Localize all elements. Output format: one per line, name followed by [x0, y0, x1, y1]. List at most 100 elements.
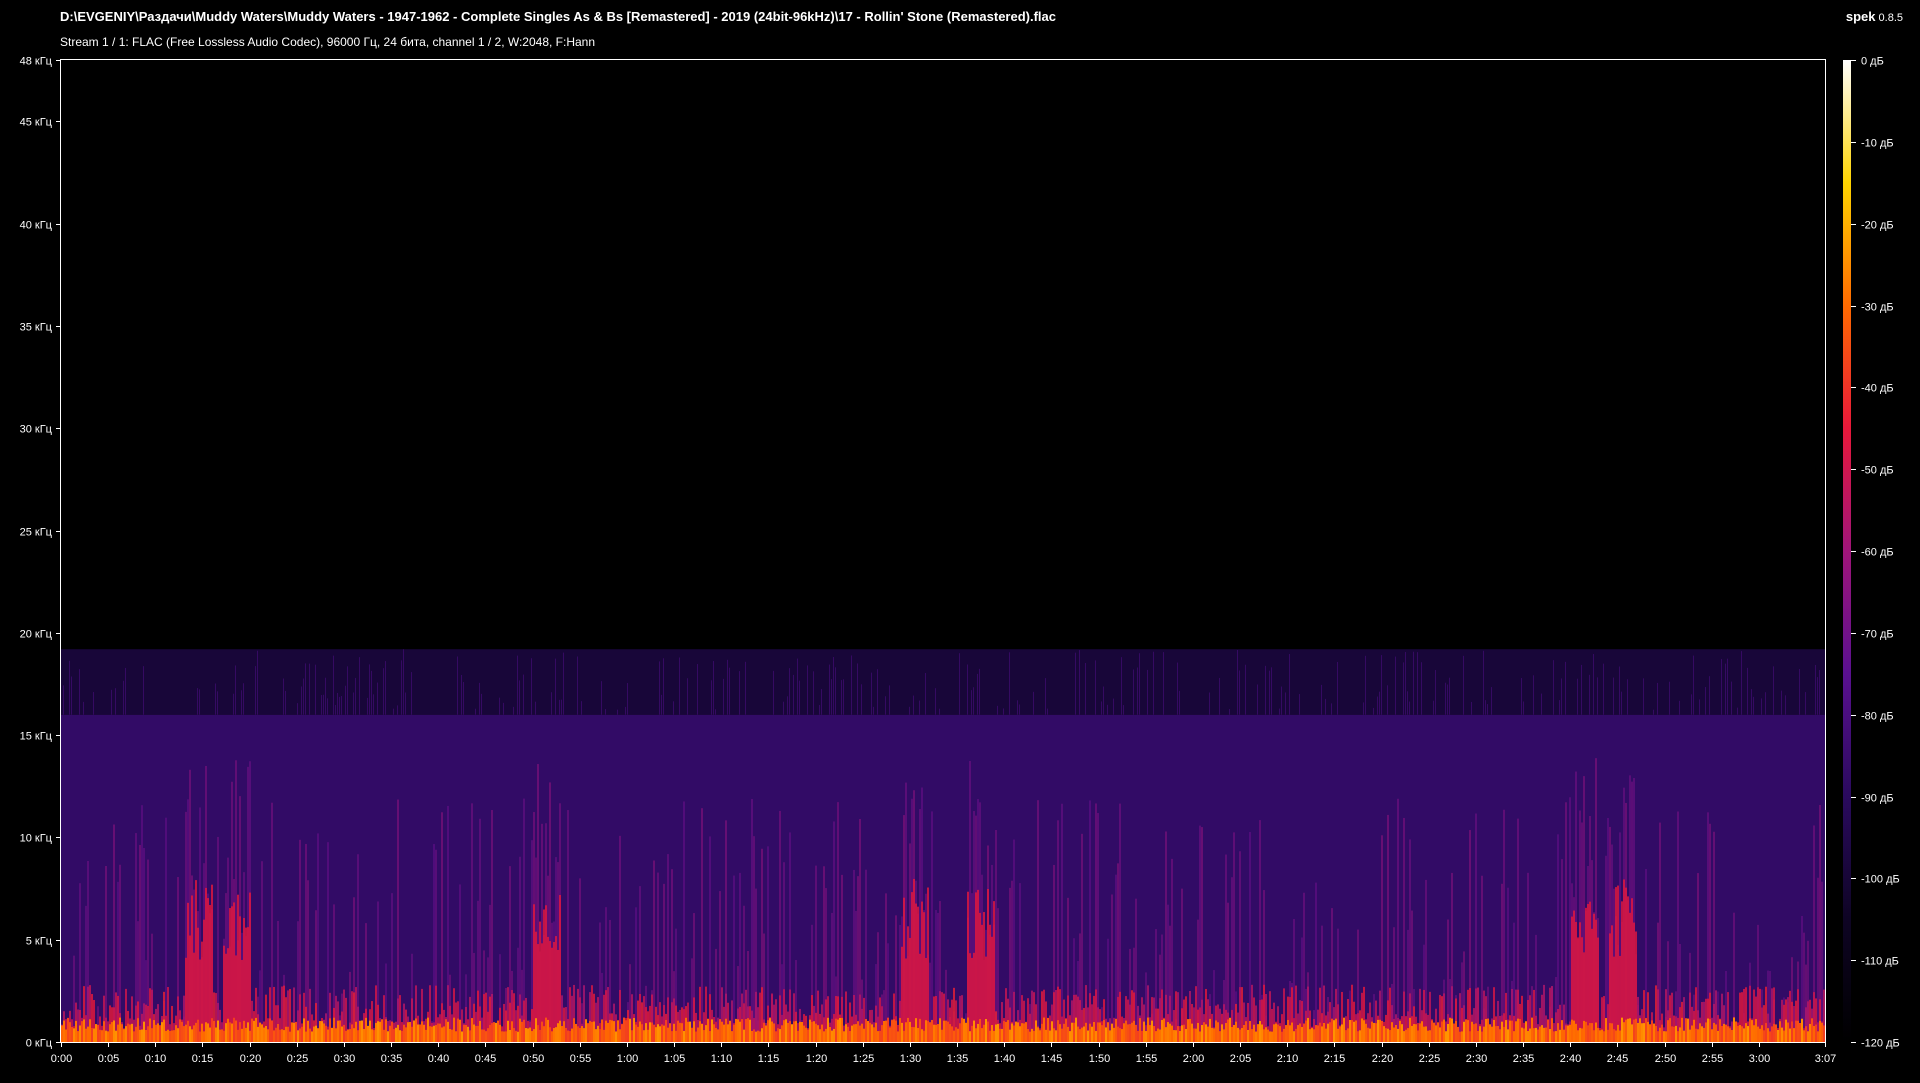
bass-energy — [723, 1024, 725, 1042]
bass-energy — [797, 1030, 799, 1042]
upper-streak — [663, 658, 664, 715]
bass-energy — [577, 1026, 579, 1042]
bass-energy — [1525, 1021, 1527, 1042]
low-freq-energy — [189, 935, 191, 1042]
bass-energy — [1659, 1027, 1661, 1042]
bass-energy — [683, 1030, 685, 1042]
upper-streak — [697, 664, 698, 715]
bass-energy — [461, 1031, 463, 1042]
x-tick-label: 1:15 — [758, 1053, 779, 1065]
bass-energy — [1705, 1022, 1707, 1042]
bass-energy — [1117, 1026, 1119, 1042]
bass-energy — [1095, 1030, 1097, 1042]
bass-energy — [707, 1018, 709, 1042]
bass-energy — [1605, 1018, 1607, 1042]
bass-energy — [1557, 1023, 1559, 1042]
bass-energy — [1739, 1025, 1741, 1042]
bass-energy — [1469, 1031, 1471, 1042]
bass-energy — [1277, 1024, 1279, 1042]
bass-energy — [1181, 1025, 1183, 1042]
bass-energy — [151, 1028, 153, 1042]
low-freq-energy — [199, 959, 201, 1042]
bass-energy — [1077, 1026, 1079, 1042]
upper-streak — [1761, 698, 1762, 715]
bass-energy — [71, 1027, 73, 1042]
bass-energy — [1443, 1019, 1445, 1042]
bass-energy — [1625, 1019, 1627, 1042]
bass-energy — [427, 1017, 429, 1042]
bass-energy — [435, 1025, 437, 1042]
bass-energy — [777, 1028, 779, 1042]
bass-energy — [929, 1022, 931, 1042]
bass-energy — [1361, 1018, 1363, 1042]
upper-streak — [257, 650, 258, 715]
bass-energy — [1675, 1025, 1677, 1042]
x-tick-label: 1:40 — [994, 1053, 1015, 1065]
upper-streak — [1139, 653, 1140, 715]
bass-energy — [1645, 1018, 1647, 1042]
bass-energy — [1165, 1027, 1167, 1042]
upper-streak — [1147, 669, 1148, 715]
upper-streak — [555, 658, 556, 715]
bass-energy — [923, 1030, 925, 1042]
bass-energy — [263, 1027, 265, 1042]
upper-streak — [1337, 661, 1338, 715]
bass-energy — [395, 1027, 397, 1042]
upper-streak — [909, 706, 910, 715]
bass-energy — [993, 1030, 995, 1042]
bass-energy — [1479, 1026, 1481, 1042]
bass-energy — [1735, 1021, 1737, 1042]
bass-energy — [1683, 1030, 1685, 1042]
upper-streak — [383, 668, 384, 715]
bass-energy — [1627, 1018, 1629, 1042]
bass-energy — [1349, 1019, 1351, 1042]
y-tick-label: 10 кГц — [20, 833, 53, 845]
bass-energy — [889, 1027, 891, 1042]
bass-energy — [693, 1021, 695, 1042]
bass-energy — [1813, 1025, 1815, 1042]
bass-energy — [1723, 1023, 1725, 1042]
upper-streak — [877, 669, 878, 715]
bass-energy — [681, 1023, 683, 1042]
bass-energy — [275, 1027, 277, 1042]
bass-energy — [1421, 1021, 1423, 1042]
bass-energy — [1173, 1030, 1175, 1042]
spectral-streak — [1659, 822, 1661, 1042]
bass-energy — [477, 1025, 479, 1042]
upper-streak — [255, 666, 256, 715]
bass-energy — [1691, 1025, 1693, 1042]
upper-streak — [1819, 670, 1820, 715]
bass-energy — [471, 1018, 473, 1042]
bass-energy — [527, 1028, 529, 1042]
bass-energy — [1051, 1021, 1053, 1042]
bass-energy — [937, 1024, 939, 1042]
upper-streak — [1417, 652, 1418, 715]
upper-streak — [935, 688, 936, 715]
bass-energy — [173, 1030, 175, 1042]
bass-energy — [169, 1030, 171, 1042]
bass-energy — [1217, 1022, 1219, 1042]
upper-streak — [369, 664, 370, 715]
bass-energy — [1337, 1028, 1339, 1042]
bass-energy — [1311, 1028, 1313, 1042]
bass-energy — [1571, 1019, 1573, 1042]
bass-energy — [839, 1017, 841, 1042]
bass-energy — [1717, 1030, 1719, 1042]
bass-energy — [1253, 1024, 1255, 1042]
upper-streak — [1533, 675, 1534, 715]
bass-energy — [1179, 1030, 1181, 1042]
upper-streak — [111, 689, 112, 715]
bass-energy — [1387, 1028, 1389, 1042]
bass-energy — [1725, 1024, 1727, 1042]
upper-streak — [1421, 662, 1422, 715]
upper-streak — [713, 661, 714, 715]
bass-energy — [1719, 1019, 1721, 1042]
bass-energy — [687, 1021, 689, 1042]
bass-energy — [321, 1021, 323, 1042]
upper-streak — [1805, 692, 1806, 715]
upper-streak — [373, 694, 374, 715]
bass-energy — [229, 1022, 231, 1042]
bass-energy — [979, 1018, 981, 1042]
bass-energy — [1529, 1028, 1531, 1042]
upper-streak — [405, 692, 406, 715]
